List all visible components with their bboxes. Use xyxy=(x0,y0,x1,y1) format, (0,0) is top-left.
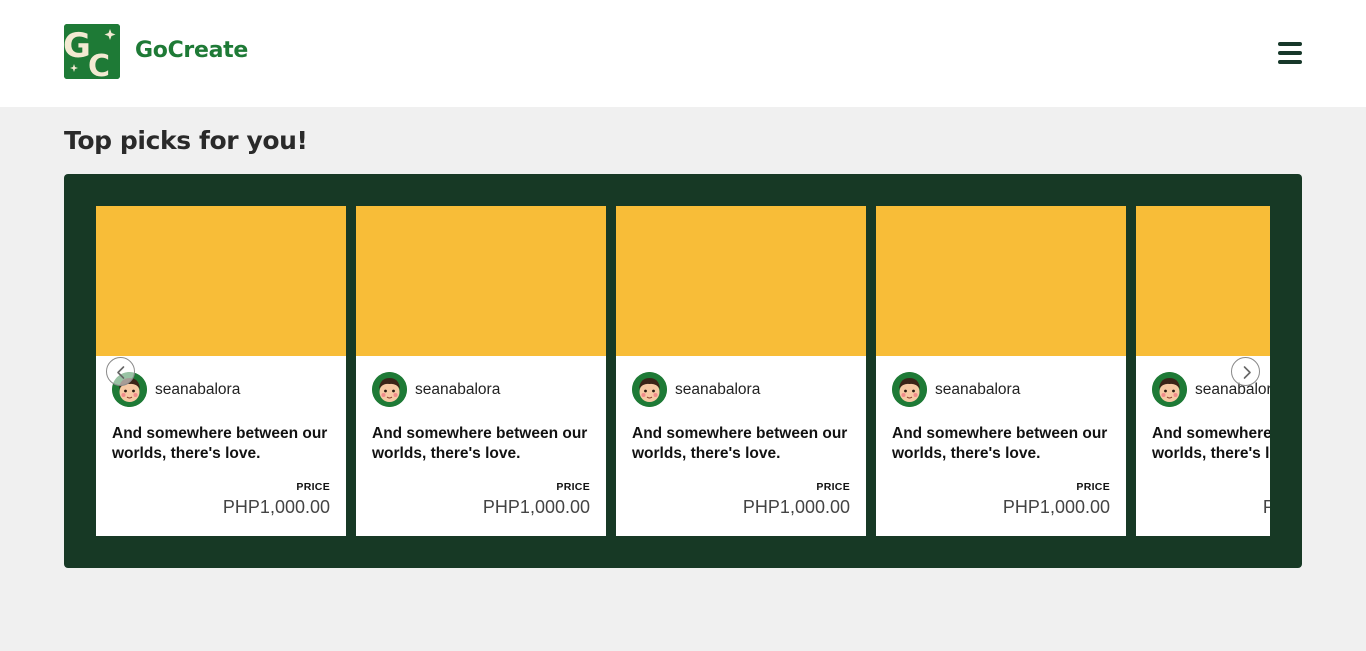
section-title: Top picks for you! xyxy=(64,126,308,155)
carousel-prev-button[interactable] xyxy=(106,357,135,386)
card-cover-image[interactable] xyxy=(356,206,606,356)
author-name[interactable]: seanabalora xyxy=(675,381,760,399)
card-cover-image[interactable] xyxy=(616,206,866,356)
carousel-track: seanabalora And somewhere between our wo… xyxy=(96,206,1270,536)
avatar-face-icon xyxy=(632,372,667,407)
chevron-left-icon xyxy=(117,366,125,379)
product-card[interactable]: seanabalora And somewhere between our wo… xyxy=(616,206,866,536)
brand-name[interactable]: GoCreate xyxy=(135,38,248,63)
hamburger-menu-button[interactable] xyxy=(1276,42,1304,66)
author-avatar[interactable] xyxy=(892,372,927,407)
avatar-face-icon xyxy=(1152,372,1187,407)
top-picks-carousel: seanabalora And somewhere between our wo… xyxy=(64,174,1302,568)
chevron-right-icon xyxy=(1243,366,1251,379)
price-value: PHP1,000.00 xyxy=(1262,497,1270,517)
price-value: PHP1,000.00 xyxy=(222,497,330,517)
avatar-face-icon xyxy=(372,372,407,407)
card-title[interactable]: And somewhere between our worlds, there'… xyxy=(632,424,857,464)
product-card[interactable]: seanabalora And somewhere between our wo… xyxy=(356,206,606,536)
hamburger-menu-icon-bar xyxy=(1278,42,1302,46)
card-cover-image[interactable] xyxy=(1136,206,1270,356)
avatar-face-icon xyxy=(892,372,927,407)
svg-text:G: G xyxy=(64,26,91,66)
hamburger-menu-icon-bar xyxy=(1278,51,1302,55)
price-label: PRICE xyxy=(816,481,850,493)
card-title[interactable]: And somewhere between our worlds, there'… xyxy=(892,424,1117,464)
card-title[interactable]: And somewhere between our worlds, there'… xyxy=(112,424,337,464)
author-name[interactable]: seanabalora xyxy=(155,381,240,399)
card-title[interactable]: And somewhere between our worlds, there'… xyxy=(372,424,597,464)
product-card[interactable]: seanabalora And somewhere between our wo… xyxy=(876,206,1126,536)
carousel-next-button[interactable] xyxy=(1231,357,1260,386)
author-name[interactable]: seanabalora xyxy=(415,381,500,399)
author-avatar[interactable] xyxy=(372,372,407,407)
svg-text:C: C xyxy=(88,49,110,79)
price-value: PHP1,000.00 xyxy=(1002,497,1110,517)
author-avatar[interactable] xyxy=(1152,372,1187,407)
price-label: PRICE xyxy=(1076,481,1110,493)
author-name[interactable]: seanabalora xyxy=(935,381,1020,399)
logo-mark-icon: G C xyxy=(64,24,120,79)
card-title[interactable]: And somewhere between our worlds, there'… xyxy=(1152,424,1270,464)
hamburger-menu-icon-bar xyxy=(1278,60,1302,64)
price-value: PHP1,000.00 xyxy=(742,497,850,517)
price-label: PRICE xyxy=(556,481,590,493)
card-cover-image[interactable] xyxy=(876,206,1126,356)
card-cover-image[interactable] xyxy=(96,206,346,356)
site-header: G C GoCreate xyxy=(0,0,1366,107)
price-value: PHP1,000.00 xyxy=(482,497,590,517)
price-label: PRICE xyxy=(296,481,330,493)
author-avatar[interactable] xyxy=(632,372,667,407)
gocreate-logo[interactable]: G C xyxy=(64,24,120,79)
carousel-viewport[interactable]: seanabalora And somewhere between our wo… xyxy=(96,206,1270,536)
